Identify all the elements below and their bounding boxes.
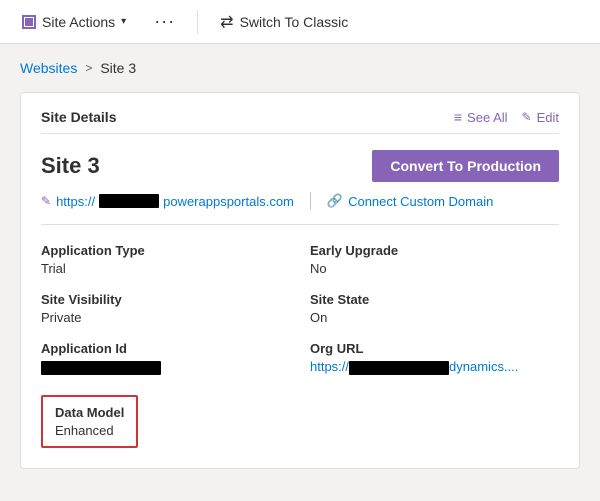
convert-to-production-button[interactable]: Convert To Production: [372, 150, 559, 182]
application-type-field: Application Type Trial: [41, 243, 290, 276]
checkbox-icon: [22, 15, 36, 29]
nav-divider: [197, 10, 198, 34]
card-actions: ≡ See All ✎ Edit: [454, 109, 559, 125]
site-visibility-value: Private: [41, 310, 290, 325]
application-id-field: Application Id: [41, 341, 290, 375]
breadcrumb-parent[interactable]: Websites: [20, 60, 77, 76]
site-name-row: Site 3 Convert To Production: [41, 150, 559, 182]
link-icon: 🔗: [327, 193, 343, 209]
connect-custom-domain-button[interactable]: 🔗 Connect Custom Domain: [327, 193, 493, 209]
site-actions-menu[interactable]: Site Actions ▾: [16, 10, 132, 34]
main-content: Site Details ≡ See All ✎ Edit Site 3 Con…: [0, 84, 600, 489]
url-prefix: https://: [56, 194, 95, 209]
card-title: Site Details: [41, 109, 116, 125]
site-details-card: Site Details ≡ See All ✎ Edit Site 3 Con…: [20, 92, 580, 469]
url-edit-icon: ✎: [41, 194, 51, 208]
data-model-value: Enhanced: [55, 423, 124, 438]
breadcrumb: Websites > Site 3: [0, 44, 600, 84]
portal-url-link[interactable]: https:// powerappsportals.com: [56, 194, 294, 209]
site-visibility-field: Site Visibility Private: [41, 292, 290, 325]
data-model-box: Data Model Enhanced: [41, 395, 138, 448]
site-state-label: Site State: [310, 292, 559, 307]
pencil-icon: ✎: [522, 110, 532, 124]
org-url-label: Org URL: [310, 341, 559, 356]
details-grid: Application Type Trial Early Upgrade No …: [41, 243, 559, 375]
breadcrumb-separator: >: [85, 61, 92, 75]
url-row: ✎ https:// powerappsportals.com 🔗 Connect…: [41, 192, 559, 225]
card-header: Site Details ≡ See All ✎ Edit: [41, 109, 559, 134]
org-url-redacted: [349, 361, 449, 375]
chevron-down-icon: ▾: [121, 16, 126, 27]
breadcrumb-current: Site 3: [100, 60, 136, 76]
switch-to-classic-button[interactable]: ⇄ Switch To Classic: [214, 8, 354, 36]
early-upgrade-label: Early Upgrade: [310, 243, 559, 258]
application-id-redacted: [41, 361, 161, 375]
site-name: Site 3: [41, 153, 100, 179]
url-redacted: [99, 194, 159, 208]
org-url-value[interactable]: https:// dynamics....: [310, 359, 559, 375]
portal-url-section: ✎ https:// powerappsportals.com: [41, 194, 294, 209]
data-model-section: Data Model Enhanced: [41, 391, 559, 448]
more-options-button[interactable]: ···: [148, 7, 181, 36]
application-type-label: Application Type: [41, 243, 290, 258]
application-id-label: Application Id: [41, 341, 290, 356]
switch-to-classic-label: Switch To Classic: [240, 14, 349, 30]
application-id-value: [41, 359, 290, 375]
see-all-label: See All: [467, 110, 507, 125]
top-nav: Site Actions ▾ ··· ⇄ Switch To Classic: [0, 0, 600, 44]
org-url-suffix: dynamics....: [449, 359, 518, 374]
org-url-prefix: https://: [310, 359, 349, 374]
custom-domain-label: Connect Custom Domain: [348, 194, 493, 209]
site-visibility-label: Site Visibility: [41, 292, 290, 307]
data-model-label: Data Model: [55, 405, 124, 420]
see-all-button[interactable]: ≡ See All: [454, 109, 508, 125]
application-type-value: Trial: [41, 261, 290, 276]
url-section-divider: [310, 192, 311, 210]
switch-icon: ⇄: [220, 12, 233, 32]
site-actions-label: Site Actions: [42, 14, 115, 30]
site-state-field: Site State On: [310, 292, 559, 325]
url-suffix: powerappsportals.com: [163, 194, 294, 209]
early-upgrade-field: Early Upgrade No: [310, 243, 559, 276]
edit-button[interactable]: ✎ Edit: [522, 110, 559, 125]
list-icon: ≡: [454, 109, 462, 125]
site-state-value: On: [310, 310, 559, 325]
org-url-field: Org URL https:// dynamics....: [310, 341, 559, 375]
edit-label: Edit: [537, 110, 559, 125]
early-upgrade-value: No: [310, 261, 559, 276]
